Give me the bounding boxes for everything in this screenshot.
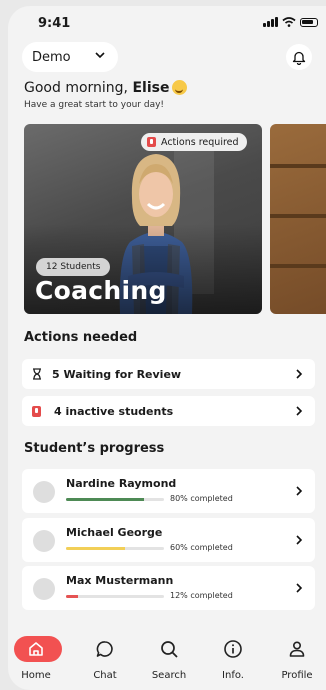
bottom-nav: Home Chat Search Info. Profile xyxy=(8,630,326,690)
nav-profile[interactable]: Profile xyxy=(269,630,325,690)
program-card-next[interactable] xyxy=(270,124,326,314)
shelf xyxy=(270,214,326,218)
alert-icon xyxy=(147,137,156,147)
profile-icon xyxy=(289,641,305,657)
chat-icon xyxy=(96,641,113,657)
nav-label: Chat xyxy=(93,670,117,681)
signal-icon xyxy=(263,17,278,27)
student-name: Nardine Raymond xyxy=(66,477,177,490)
progress-fill xyxy=(66,595,78,598)
student-row[interactable]: Max Mustermann 12% completed xyxy=(22,566,315,610)
progress-bar xyxy=(66,595,164,598)
program-dropdown[interactable]: Demo xyxy=(22,42,118,72)
actions-heading: Actions needed xyxy=(24,330,138,345)
progress-label: 60% completed xyxy=(170,543,233,552)
chevron-right-icon xyxy=(296,583,303,593)
progress-label: 80% completed xyxy=(170,494,233,503)
action-label: 5 Waiting for Review xyxy=(52,367,182,381)
actions-required-badge: Actions required xyxy=(141,133,247,151)
nav-info[interactable]: Info. xyxy=(205,630,261,690)
action-label: 4 inactive students xyxy=(54,404,174,418)
program-card-coaching[interactable]: Actions required 12 Students Coaching xyxy=(24,124,262,314)
chevron-right-icon xyxy=(296,406,303,416)
bell-icon xyxy=(292,51,306,65)
status-icons xyxy=(263,17,318,27)
progress-bar xyxy=(66,547,164,550)
app-screen: 9:41 Demo Good morning, Elise Have a gre… xyxy=(8,6,326,690)
nav-label: Home xyxy=(21,670,51,681)
student-name: Michael George xyxy=(66,526,163,539)
nav-search[interactable]: Search xyxy=(141,630,197,690)
wifi-icon xyxy=(282,17,296,27)
hourglass-icon xyxy=(33,368,41,380)
nav-label: Profile xyxy=(281,670,313,681)
progress-fill xyxy=(66,547,125,550)
student-count-pill: 12 Students xyxy=(36,258,111,276)
status-bar: 9:41 xyxy=(8,6,326,42)
progress-heading: Student’s progress xyxy=(24,441,165,456)
notifications-button[interactable] xyxy=(286,44,312,70)
progress-bar xyxy=(66,498,164,501)
student-row[interactable]: Michael George 60% completed xyxy=(22,518,315,562)
avatar xyxy=(33,578,55,600)
shelf xyxy=(270,164,326,168)
chevron-right-icon xyxy=(296,535,303,545)
student-name: Max Mustermann xyxy=(66,574,174,587)
status-time: 9:41 xyxy=(38,16,71,31)
greeting: Good morning, Elise xyxy=(24,80,188,96)
program-title: Coaching xyxy=(35,276,167,305)
shelf xyxy=(270,264,326,268)
chevron-right-icon xyxy=(296,369,303,379)
student-row[interactable]: Nardine Raymond 80% completed xyxy=(22,469,315,513)
nav-home[interactable]: Home xyxy=(8,630,64,690)
action-waiting-review[interactable]: 5 Waiting for Review xyxy=(22,359,315,389)
avatar xyxy=(33,530,55,552)
info-icon xyxy=(224,640,242,658)
nav-label: Info. xyxy=(222,670,244,681)
battery-icon xyxy=(300,17,318,27)
home-icon xyxy=(29,642,43,656)
avatar xyxy=(33,481,55,503)
chevron-down-icon xyxy=(95,52,105,59)
smile-emoji-icon xyxy=(172,80,188,95)
dropdown-value: Demo xyxy=(32,49,71,65)
nav-chat[interactable]: Chat xyxy=(77,630,133,690)
search-icon xyxy=(161,641,178,658)
chevron-right-icon xyxy=(296,486,303,496)
greeting-subtitle: Have a great start to your day! xyxy=(24,100,165,110)
action-inactive-students[interactable]: 4 inactive students xyxy=(22,396,315,426)
nav-label: Search xyxy=(151,670,187,681)
alert-icon xyxy=(32,405,41,417)
progress-label: 12% completed xyxy=(170,591,233,600)
user-name: Elise xyxy=(132,80,170,96)
progress-fill xyxy=(66,498,145,501)
